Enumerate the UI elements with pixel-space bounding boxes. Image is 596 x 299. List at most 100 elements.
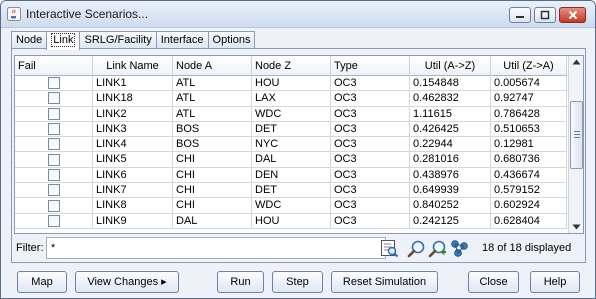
- table-cell: LINK8: [93, 198, 173, 213]
- table-cell: OC3: [331, 106, 410, 121]
- table-body: LINK1 ATL HOU OC3 0.154848 0.005674 LINK18 ATL L…: [15, 76, 567, 229]
- table-row[interactable]: LINK7 CHI DET OC3 0.649939 0.579152: [15, 183, 567, 199]
- table-row[interactable]: LINK1 ATL HOU OC3 0.154848 0.005674: [15, 76, 567, 92]
- table-cell: OC3: [331, 183, 410, 198]
- table-cell: ATL: [173, 91, 252, 106]
- table-cell: WDC: [252, 106, 331, 121]
- table-cell: LINK2: [93, 106, 173, 121]
- maximize-icon: [540, 10, 550, 20]
- table-cell: 0.281016: [410, 152, 491, 167]
- fail-checkbox[interactable]: [47, 184, 60, 197]
- table-cell: CHI: [173, 167, 252, 183]
- minimize-button[interactable]: [509, 7, 531, 23]
- link-table: Fail Link Name Node A Node Z Type Util (…: [14, 55, 584, 234]
- table-cell: 0.602924: [491, 198, 567, 213]
- table-cell: CHI: [173, 183, 252, 198]
- tab-options[interactable]: Options: [207, 31, 256, 49]
- table-cell: HOU: [252, 76, 331, 91]
- fail-checkbox[interactable]: [47, 92, 60, 105]
- table-cell: ATL: [173, 106, 252, 121]
- fail-cell: [15, 167, 93, 183]
- table-row[interactable]: LINK5 CHI DAL OC3 0.281016 0.680736: [15, 152, 567, 168]
- step-button[interactable]: Step: [272, 271, 323, 293]
- help-button[interactable]: Help: [530, 271, 580, 293]
- tab-srlg-facility[interactable]: SRLG/Facility: [79, 31, 157, 49]
- filter-label: Filter:: [16, 242, 44, 254]
- zoom-icon[interactable]: [407, 239, 426, 258]
- table-cell: BOS: [173, 137, 252, 152]
- table-cell: LINK18: [93, 91, 173, 106]
- fail-checkbox[interactable]: [47, 168, 60, 181]
- table-cell: 0.426425: [410, 121, 491, 137]
- fail-checkbox[interactable]: [47, 153, 60, 166]
- table-cell: DAL: [252, 152, 331, 167]
- run-button[interactable]: Run: [217, 271, 264, 293]
- table-cell: 0.840252: [410, 198, 491, 213]
- fail-checkbox[interactable]: [47, 123, 60, 136]
- filter-search-icon[interactable]: [380, 239, 399, 258]
- table-cell: OC3: [331, 167, 410, 183]
- column-header-link-name[interactable]: Link Name: [93, 56, 173, 76]
- grip-line: [574, 131, 580, 132]
- table-row[interactable]: LINK9 DAL HOU OC3 0.242125 0.628404: [15, 213, 567, 229]
- table-cell: 0.436674: [491, 167, 567, 183]
- scroll-down-icon[interactable]: [572, 224, 581, 230]
- close-icon: [568, 10, 577, 20]
- column-header-fail[interactable]: Fail: [15, 56, 93, 76]
- grip-line: [574, 134, 580, 135]
- close-window-button[interactable]: [559, 7, 586, 23]
- fail-checkbox[interactable]: [47, 107, 60, 120]
- fail-checkbox[interactable]: [47, 77, 60, 90]
- tab-interface[interactable]: Interface: [155, 31, 209, 49]
- table-cell: 0.680736: [491, 152, 567, 167]
- table-cell: 0.786428: [491, 106, 567, 121]
- table-cell: LINK5: [93, 152, 173, 167]
- maximize-button[interactable]: [534, 7, 556, 23]
- window-title: Interactive Scenarios...: [26, 7, 149, 21]
- table-row[interactable]: LINK3 BOS DET OC3 0.426425 0.510653: [15, 121, 567, 138]
- table-cell: DAL: [173, 213, 252, 228]
- fail-cell: [15, 137, 93, 152]
- view-changes-button[interactable]: View Changes ▸: [75, 271, 179, 293]
- column-header-type[interactable]: Type: [331, 56, 410, 76]
- table-row[interactable]: LINK4 BOS NYC OC3 0.22944 0.12981: [15, 137, 567, 153]
- table-cell: ATL: [173, 76, 252, 91]
- close-button[interactable]: Close: [468, 271, 519, 293]
- map-button[interactable]: Map: [17, 271, 67, 293]
- tab-label: SRLG/Facility: [84, 34, 152, 46]
- table-cell: 0.92747: [491, 91, 567, 106]
- column-header-util-z-a[interactable]: Util (Z->A): [491, 56, 567, 76]
- table-cell: LINK9: [93, 213, 173, 228]
- fail-checkbox[interactable]: [47, 214, 60, 227]
- fail-cell: [15, 213, 93, 228]
- table-cell: BOS: [173, 121, 252, 137]
- table-cell: OC3: [331, 121, 410, 137]
- scrollbar-thumb[interactable]: [570, 101, 583, 169]
- table-row[interactable]: LINK2 ATL WDC OC3 1.11615 0.786428: [15, 106, 567, 122]
- filter-input[interactable]: [46, 237, 386, 259]
- tab-node[interactable]: Node: [11, 31, 48, 49]
- fail-checkbox[interactable]: [47, 138, 60, 151]
- vertical-scrollbar[interactable]: [568, 56, 583, 233]
- table-cell: LINK3: [93, 121, 173, 137]
- tab-link[interactable]: Link: [46, 31, 81, 50]
- fail-checkbox[interactable]: [47, 199, 60, 212]
- scenario-window: Interactive Scenarios... Node Link SRLG/…: [0, 0, 596, 299]
- reset-simulation-button[interactable]: Reset Simulation: [331, 271, 438, 293]
- table-cell: DET: [252, 183, 331, 198]
- table-row[interactable]: LINK18 ATL LAX OC3 0.462832 0.92747: [15, 91, 567, 107]
- zoom-in-icon[interactable]: [428, 239, 447, 258]
- column-header-node-z[interactable]: Node Z: [252, 56, 331, 76]
- column-header-util-a-z[interactable]: Util (A->Z): [410, 56, 491, 76]
- table-row[interactable]: LINK8 CHI WDC OC3 0.840252 0.602924: [15, 198, 567, 214]
- displayed-count: 18 of 18 displayed: [482, 242, 572, 254]
- table-cell: OC3: [331, 213, 410, 228]
- tab-label: Node: [16, 34, 43, 46]
- title-bar[interactable]: Interactive Scenarios...: [1, 1, 595, 28]
- link-panel: Fail Link Name Node A Node Z Type Util (…: [11, 48, 586, 263]
- table-row[interactable]: LINK6 CHI DEN OC3 0.438976 0.436674: [15, 167, 567, 184]
- scroll-up-icon[interactable]: [572, 59, 581, 65]
- table-cell: CHI: [173, 152, 252, 167]
- column-header-node-a[interactable]: Node A: [173, 56, 252, 76]
- network-icon[interactable]: [450, 239, 469, 258]
